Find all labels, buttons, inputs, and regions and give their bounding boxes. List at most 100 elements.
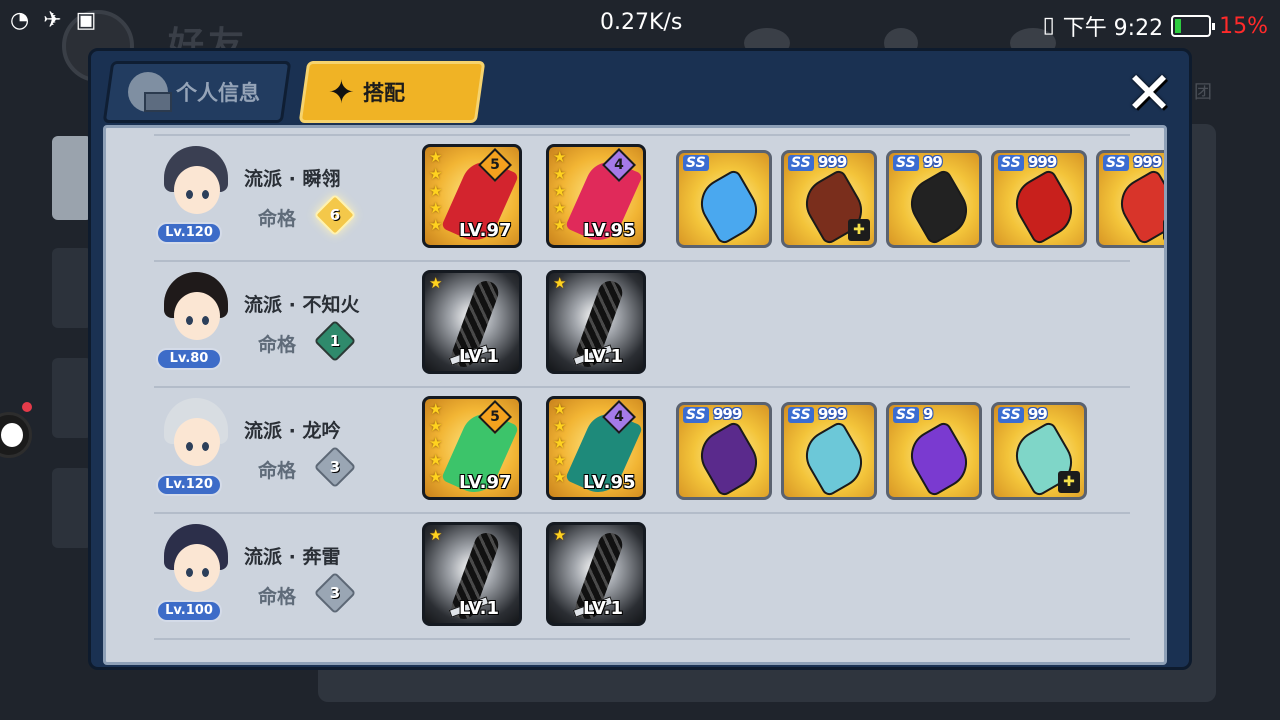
weapon-card[interactable]: ★ LV.1 — [546, 270, 646, 374]
style-name: 流派 · 瞬翎 — [244, 168, 341, 190]
weapon-card[interactable]: ★ ★ ★ ★ ★ 5 LV.97 — [422, 144, 522, 248]
star-icon: ★ — [429, 165, 443, 183]
close-icon[interactable]: ✕ — [1121, 64, 1177, 122]
bg-side-tab — [52, 248, 92, 328]
grade-value: 4 — [614, 157, 624, 173]
fate-label: 命格 — [258, 460, 297, 482]
status-bar: ◔ ✈ ▣ 0.27K/s ▯ 下午 9:22 15% — [0, 0, 1280, 48]
character-row: Lv.120 流派 · 瞬翎 命格 6 ★ ★ ★ ★ ★ 5 LV.97 ★ ★ ★ ★ ★ 4 LV.95 SS… — [154, 136, 1164, 262]
weapon-card[interactable]: ★ LV.1 — [422, 270, 522, 374]
level-badge: Lv.80 — [156, 348, 222, 370]
equipment-art — [901, 420, 977, 497]
star-icon: ★ — [429, 434, 443, 452]
character-row: Lv.100 流派 · 奔雷 命格 3 ★ LV.1 ★ LV.1 — [154, 514, 1130, 640]
avatar-eye — [202, 442, 209, 451]
airplane-icon: ✈ — [43, 8, 62, 33]
fate-badge: 6 — [313, 193, 357, 237]
fate-value: 6 — [329, 206, 341, 224]
enhance-marks: 99 — [1028, 405, 1048, 423]
card-level: LV.1 — [459, 598, 499, 619]
set-bonus-icon: ✚ — [1163, 219, 1164, 241]
set-bonus-icon: ✚ — [848, 219, 870, 241]
equipment-item[interactable]: SS — [676, 150, 772, 248]
style-name: 流派 · 奔雷 — [244, 546, 341, 568]
fate-value: 3 — [329, 458, 341, 476]
weapon-card[interactable]: ★ ★ ★ ★ ★ 4 LV.95 — [546, 396, 646, 500]
weapon-card[interactable]: ★ LV.1 — [422, 522, 522, 626]
star-icon: ★ — [553, 216, 567, 234]
equipment-item[interactable]: SS999 ✚ — [1096, 150, 1164, 248]
star-icon: ★ — [553, 274, 567, 292]
equipment-item[interactable]: SS 99 — [886, 150, 982, 248]
character-avatar[interactable] — [160, 270, 232, 342]
star-icon: ★ — [553, 148, 567, 166]
avatar-eye — [186, 316, 193, 325]
weapon-card[interactable]: ★ LV.1 — [546, 522, 646, 626]
star-rating: ★ — [429, 527, 442, 544]
rank-badge: SS — [893, 407, 919, 423]
card-level: LV.1 — [583, 598, 623, 619]
enhance-marks: 99 — [923, 153, 943, 171]
equipment-art — [1006, 168, 1082, 245]
star-icon: ★ — [553, 417, 567, 435]
star-icon: ★ — [553, 182, 567, 200]
rank-badge: SS — [998, 155, 1024, 171]
enhance-marks: 9 — [923, 405, 933, 423]
build-modal: 个人信息 ✦ 搭配 ✕ Lv.120 流派 · 瞬翎 命格 6 ★ ★ ★ ★ ★ 5 LV.97 ★… — [88, 48, 1192, 670]
star-icon: ★ — [429, 216, 443, 234]
set-bonus-icon: ✚ — [1058, 471, 1080, 493]
fate-badge: 3 — [313, 445, 357, 489]
star-icon: ★ — [429, 274, 443, 292]
rank-badge: SS — [1103, 155, 1129, 171]
person-card-icon — [128, 72, 168, 112]
enhance-marks: 999 — [818, 405, 847, 423]
fate-label: 命格 — [258, 334, 297, 356]
card-level: LV.97 — [459, 472, 512, 493]
character-avatar[interactable] — [160, 144, 232, 216]
card-level: LV.95 — [583, 220, 636, 241]
equipment-art — [796, 420, 872, 497]
character-row: Lv.80 流派 · 不知火 命格 1 ★ LV.1 ★ LV.1 — [154, 262, 1130, 388]
weapon-card[interactable]: ★ ★ ★ ★ ★ 4 LV.95 — [546, 144, 646, 248]
rank-badge: SS — [683, 407, 709, 423]
character-avatar[interactable] — [160, 396, 232, 468]
star-icon: ★ — [429, 417, 443, 435]
equipment-item[interactable]: SS 999 — [781, 402, 877, 500]
battery-percent: 15% — [1219, 13, 1268, 39]
star-icon: ★ — [553, 451, 567, 469]
avatar-eye — [202, 190, 209, 199]
style-name: 流派 · 龙吟 — [244, 420, 341, 442]
fate-label: 命格 — [258, 208, 297, 230]
tab-loadout[interactable]: ✦ 搭配 — [298, 61, 486, 123]
tab-label: 个人信息 — [176, 81, 260, 105]
avatar-face — [174, 418, 220, 466]
enhance-marks: 999 — [713, 405, 742, 423]
avatar-eye — [186, 190, 193, 199]
bg-side-tab — [52, 136, 92, 220]
avatar-eye — [202, 568, 209, 577]
equipment-item[interactable]: SS 999 — [676, 402, 772, 500]
equipment-item[interactable]: SS 99 ✚ — [991, 402, 1087, 500]
star-icon: ★ — [553, 165, 567, 183]
battery-icon — [1171, 15, 1216, 37]
level-badge: Lv.120 — [156, 222, 222, 244]
rank-badge: SS — [788, 407, 814, 423]
star-rating: ★ — [553, 275, 566, 292]
equipment-art — [691, 168, 767, 245]
star-icon: ★ — [553, 526, 567, 544]
weapon-card[interactable]: ★ ★ ★ ★ ★ 5 LV.97 — [422, 396, 522, 500]
fate-value: 1 — [329, 332, 341, 350]
star-icon: ★ — [429, 148, 443, 166]
notification-dot — [22, 402, 32, 412]
character-avatar[interactable] — [160, 522, 232, 594]
equipment-item[interactable]: SS999 ✚ — [781, 150, 877, 248]
tab-personal-info[interactable]: 个人信息 — [102, 61, 292, 123]
star-icon: ★ — [553, 199, 567, 217]
equipment-art — [1111, 168, 1164, 245]
fate-badge: 1 — [313, 319, 357, 363]
avatar-face — [174, 292, 220, 340]
equipment-art — [691, 420, 767, 497]
equipment-item[interactable]: SS 999 — [991, 150, 1087, 248]
equipment-item[interactable]: SS 9 — [886, 402, 982, 500]
star-rating: ★ — [429, 275, 442, 292]
